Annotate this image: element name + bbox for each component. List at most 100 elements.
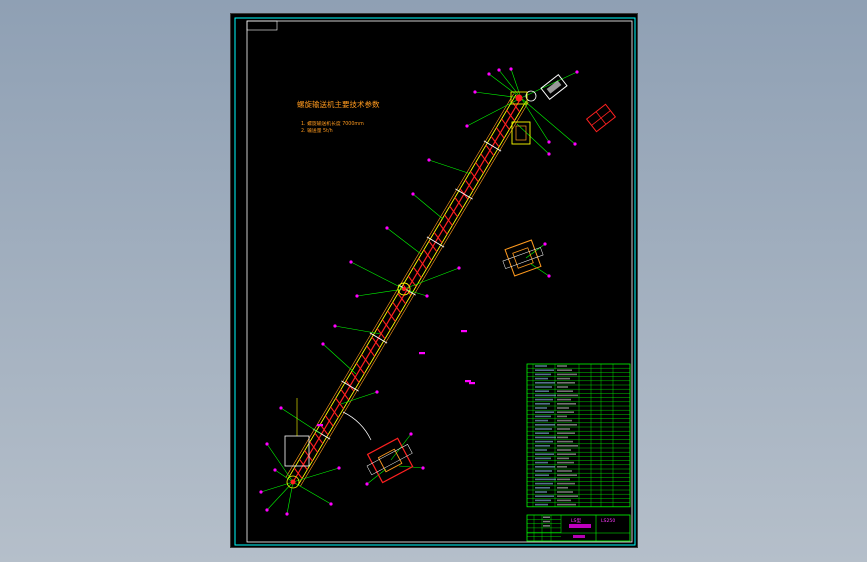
dimension-tag [465,380,471,383]
table-cell-text [535,466,555,468]
part-balloon [411,192,415,196]
leader-line [520,97,576,145]
part-balloon [337,466,341,470]
trough-flange [341,380,359,392]
dimension-tag [461,330,467,333]
table-cell-text [535,503,548,506]
title-block-left-grid [527,515,561,541]
table-cell-text [535,403,550,405]
leader-line [428,159,472,175]
table-cell-text [535,461,548,464]
part-balloon [273,468,277,472]
table-cell-text [557,398,571,401]
dimension-tag [469,382,475,385]
table-cell-text [557,482,575,485]
part-balloon [365,482,369,486]
part-balloon [547,140,551,144]
table-cell-text [535,365,547,367]
table-cell-text [557,499,571,502]
title-block-title: LS型 [571,517,581,524]
table-cell-text [535,449,547,451]
table-cell-text [535,499,551,502]
part-balloon [385,226,389,230]
table-cell-text [557,457,569,460]
table-cell-text [535,453,554,455]
part-balloon [427,158,431,162]
table-cell-text [557,419,572,422]
leader-line [334,325,382,335]
leader-line [516,123,550,155]
part-balloon [333,324,337,328]
drawing-sheet: 螺旋输送机主要技术参数 1. 螺旋输送机长度 7000mm 2. 输送量 5t/… [230,13,638,548]
table-cell-text [535,432,549,434]
cad-drawing: 螺旋输送机主要技术参数 1. 螺旋输送机长度 7000mm 2. 输送量 5t/… [234,17,636,546]
leader-line [403,267,460,290]
note-line-1: 1. 螺旋输送机长度 7000mm [301,120,364,127]
table-cell-text [557,428,570,430]
leader-line [292,481,332,505]
table-cell-text [535,424,555,426]
table-cell-text [535,445,550,447]
table-cell-text [535,398,553,401]
table-cell-text [557,394,578,397]
part-balloon [425,294,429,298]
leader-line [390,433,412,461]
corner-box [246,20,278,31]
part-balloon [547,152,551,156]
part-balloon [457,266,461,270]
leader-line [340,391,378,405]
part-balloon [349,260,353,264]
leader-line [520,97,550,143]
title-block-bar [569,524,591,528]
leader-line [266,443,294,483]
title-grid-text [543,525,550,527]
trough-flange [455,188,473,200]
part-balloon [375,390,379,394]
table-cell-text [557,377,570,380]
detail-view-c [366,437,414,484]
table-cell-text [535,390,549,392]
table-cell-text [535,369,554,371]
dimension-tag [317,424,323,427]
detail-view-a [585,103,617,133]
part-balloon [543,242,547,246]
table-cell-text [557,373,577,376]
leader-line [274,469,294,483]
table-cell-text [557,382,575,384]
part-balloon [355,294,359,298]
table-cell-text [535,482,553,485]
part-balloon [547,274,551,278]
table-cell-text [535,478,556,481]
detail-view-b [502,239,544,277]
table-cell-text [557,424,577,426]
table-cell-text [557,503,576,506]
part-balloon [259,490,263,494]
part-balloon [279,406,283,410]
part-balloon [421,466,425,470]
table-cell-text [557,386,568,388]
part-balloon [329,502,333,506]
table-cell-text [535,457,551,460]
table-cell-text [535,495,554,497]
table-cell-text [557,466,567,468]
table-cell-text [535,411,554,413]
leader-line [412,193,444,220]
table-cell-text [535,373,551,376]
title-block-code: LS250 [601,518,615,524]
table-cell-text [535,394,556,397]
table-cell-text [557,453,576,455]
leader-lines [259,67,579,516]
table-cell-text [535,440,553,443]
part-balloon [473,90,477,94]
part-balloon [409,432,413,436]
part-balloon [575,70,579,74]
table-cell-text [557,491,573,493]
note-line-2: 2. 输送量 5t/h [301,127,333,134]
part-balloon [321,342,325,346]
table-cell-text [557,495,578,497]
part-balloon [285,512,289,516]
table-cell-text [557,365,567,367]
notes-title: 螺旋输送机主要技术参数 [297,99,380,109]
part-balloon [465,124,469,128]
table-cell-text [535,377,548,380]
